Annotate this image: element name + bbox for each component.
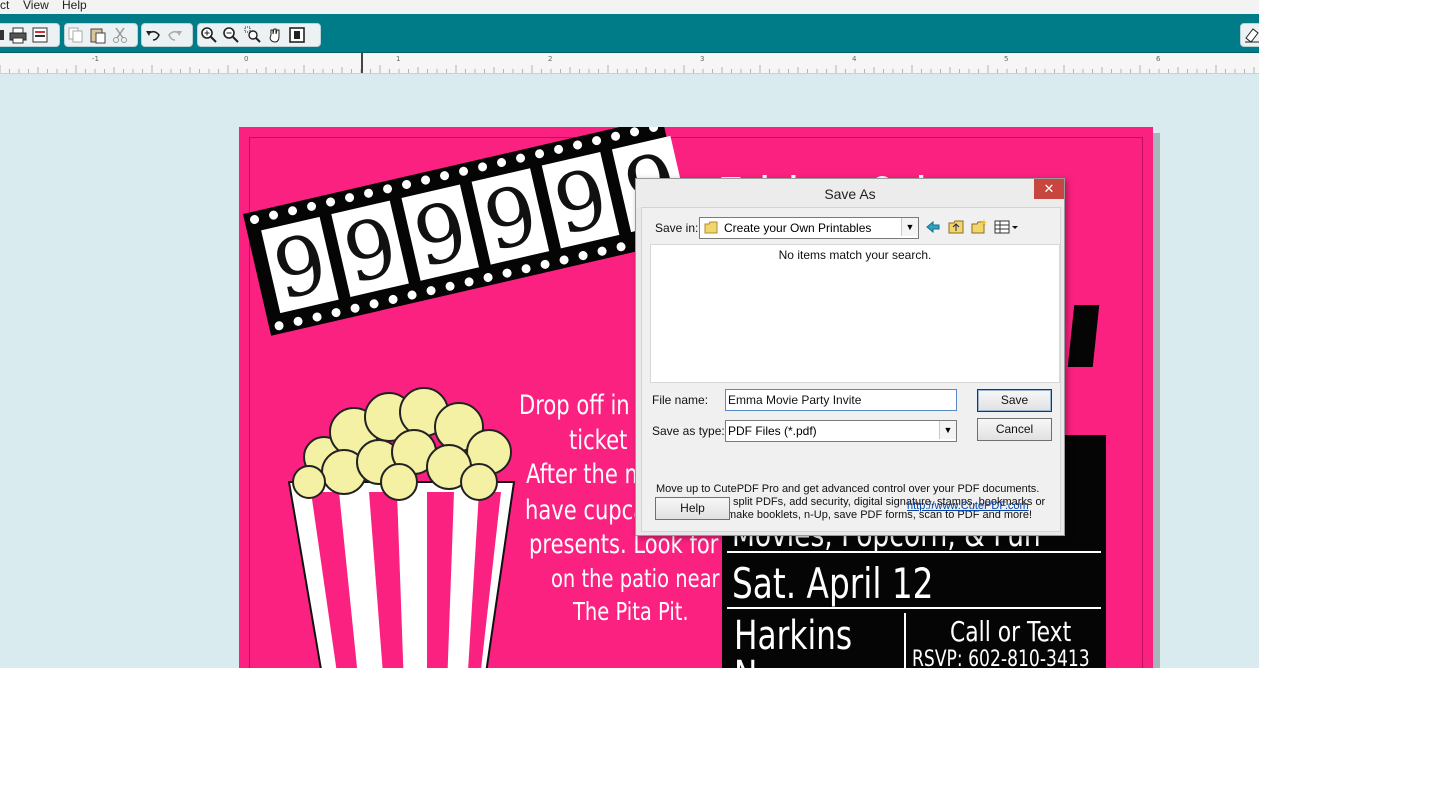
- message-line-6: on the patio near: [551, 564, 720, 593]
- pan-icon[interactable]: [264, 25, 286, 45]
- dialog-title-bar[interactable]: Save As ✕: [636, 179, 1064, 207]
- dialog-body: Save in: Create your Own Printables ▼ No…: [641, 207, 1061, 532]
- ruler-label: 5: [1004, 55, 1008, 63]
- fit-page-icon[interactable]: [286, 25, 308, 45]
- paste-icon[interactable]: [87, 25, 109, 45]
- save-as-dialog: Save As ✕ Save in: Create your Own Print…: [635, 178, 1065, 536]
- rsvp-text: RSVP: 602-810-3413: [912, 647, 1090, 668]
- message-line-7: The Pita Pit.: [573, 597, 689, 626]
- save-button[interactable]: Save: [977, 389, 1052, 412]
- close-button[interactable]: ✕: [1034, 179, 1064, 199]
- redo-icon[interactable]: [164, 25, 186, 45]
- undo-icon[interactable]: [142, 25, 164, 45]
- save-in-dropdown[interactable]: Create your Own Printables ▼: [699, 217, 919, 239]
- zoom-out-icon[interactable]: [220, 25, 242, 45]
- event-date-text: Sat. April 12: [732, 559, 934, 608]
- file-name-label: File name:: [652, 393, 709, 407]
- chevron-down-icon[interactable]: ▼: [939, 421, 956, 439]
- divider-line: [727, 607, 1101, 609]
- partial-icon[interactable]: [0, 25, 7, 45]
- menu-bar: ct View Help: [0, 0, 1259, 14]
- ruler-label: 0: [244, 55, 248, 63]
- divider-line-vertical: [904, 613, 906, 668]
- empty-list-message: No items match your search.: [778, 248, 932, 262]
- menu-item-view[interactable]: View: [23, 0, 49, 12]
- popcorn-graphic: [287, 387, 516, 668]
- zoom-group: [197, 23, 321, 47]
- horizontal-ruler: -1 0 1 2 3 4 5 6: [0, 53, 1259, 74]
- file-name-input[interactable]: Emma Movie Party Invite: [725, 389, 957, 411]
- save-in-label: Save in:: [655, 221, 699, 235]
- venue-line2-text: N: [734, 653, 757, 668]
- menu-item-help[interactable]: Help: [62, 0, 87, 12]
- contact-heading: Call or Text: [950, 615, 1072, 648]
- zoom-area-icon[interactable]: [242, 25, 264, 45]
- cutepdf-link[interactable]: http://www.CutePDF.com: [907, 500, 1029, 512]
- view-menu-icon[interactable]: [994, 219, 1020, 235]
- ruler-label: 1: [396, 55, 400, 63]
- eraser-icon[interactable]: [1241, 25, 1259, 45]
- divider-line: [727, 551, 1101, 553]
- chevron-down-icon[interactable]: ▼: [901, 218, 918, 236]
- dialog-title: Save As: [824, 186, 876, 202]
- folder-icon: [704, 221, 718, 234]
- save-as-type-value: PDF Files (*.pdf): [728, 424, 817, 438]
- help-button[interactable]: Help: [655, 497, 730, 520]
- copy-icon[interactable]: [65, 25, 87, 45]
- menu-item-object[interactable]: ct: [0, 0, 9, 12]
- save-as-type-dropdown[interactable]: PDF Files (*.pdf) ▼: [725, 420, 957, 442]
- print-preview-icon[interactable]: [29, 25, 51, 45]
- file-list[interactable]: No items match your search.: [650, 244, 1060, 383]
- ruler-label: 3: [700, 55, 704, 63]
- clipboard-group: [64, 23, 138, 47]
- ruler-label: 4: [852, 55, 857, 63]
- save-in-value: Create your Own Printables: [724, 221, 872, 235]
- print-group: [0, 23, 60, 47]
- ruler-label: 2: [548, 55, 552, 63]
- new-folder-icon[interactable]: [971, 219, 987, 235]
- up-folder-icon[interactable]: [948, 219, 964, 235]
- zoom-in-icon[interactable]: [198, 25, 220, 45]
- file-name-value: Emma Movie Party Invite: [728, 393, 862, 407]
- back-icon[interactable]: [925, 219, 941, 235]
- eraser-group: [1240, 23, 1259, 47]
- print-icon[interactable]: [7, 25, 29, 45]
- cut-icon[interactable]: [109, 25, 131, 45]
- toolbar: [0, 14, 1259, 53]
- editor-window: ct View Help -1 0 1 2 3 4 5 6 9 9 9 9 9 …: [0, 0, 1259, 668]
- ruler-label: 6: [1156, 55, 1161, 63]
- ruler-label: -1: [92, 55, 99, 63]
- save-as-type-label: Save as type:: [652, 424, 725, 438]
- undo-group: [141, 23, 193, 47]
- cancel-button[interactable]: Cancel: [977, 418, 1052, 441]
